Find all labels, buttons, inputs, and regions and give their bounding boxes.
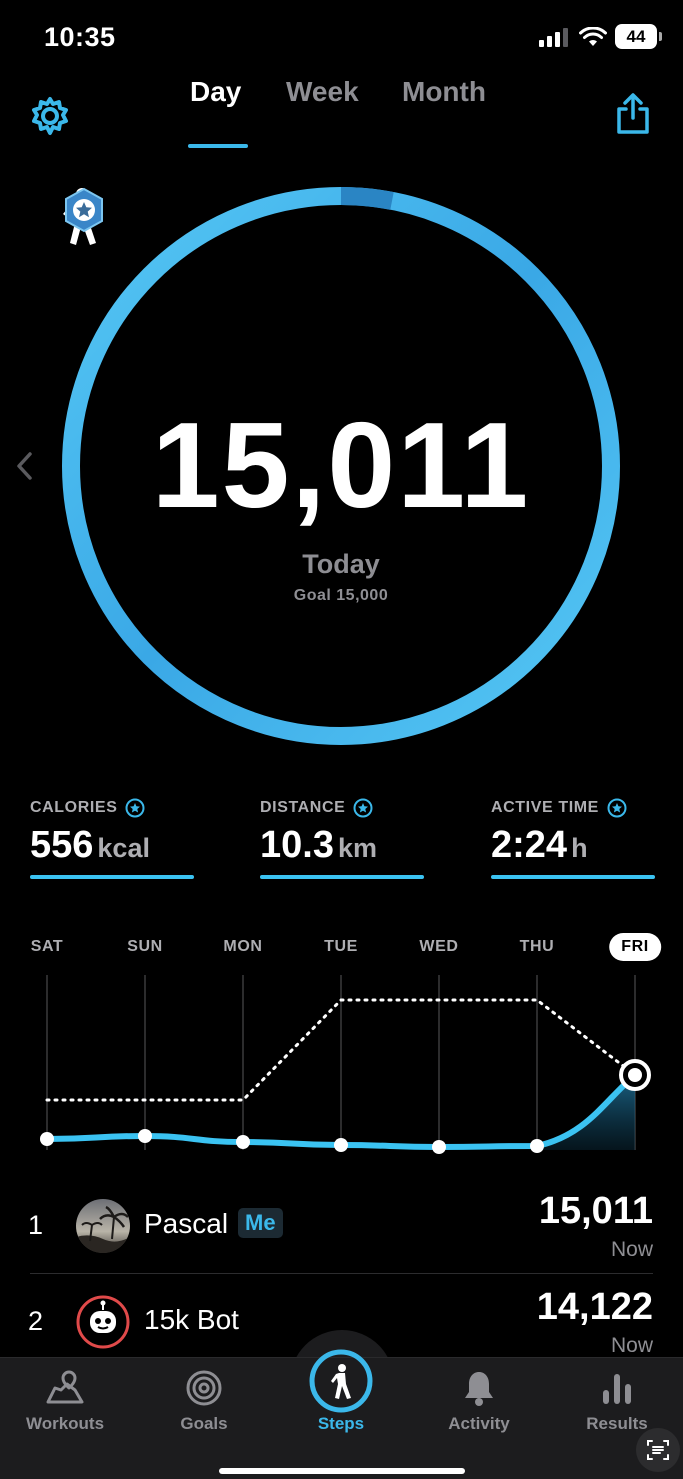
tab-workouts-label: Workouts <box>25 1414 105 1433</box>
chart-data-point <box>40 1132 54 1146</box>
metric-calories-bar <box>30 875 194 879</box>
metric-distance-unit: km <box>337 833 377 863</box>
header: Day Week Month <box>0 76 683 156</box>
bot-avatar <box>76 1295 130 1349</box>
chart-day-label[interactable]: TUE <box>324 938 358 956</box>
leaderboard-time: Now <box>610 1238 653 1261</box>
tab-month[interactable]: Month <box>402 76 486 108</box>
metric-calories-value-row: 556 kcal <box>30 824 194 867</box>
chart-day-label[interactable]: SAT <box>31 938 64 956</box>
metric-active-time-bar <box>491 875 655 879</box>
metric-distance-value-row: 10.3 km <box>260 824 424 867</box>
metric-active-time-unit: h <box>571 833 588 863</box>
steps-tab-icon[interactable] <box>308 1348 374 1414</box>
goal-badge-icon[interactable] <box>62 187 106 233</box>
tab-active-underline <box>188 144 248 148</box>
metric-distance-label: DISTANCE <box>260 799 346 816</box>
metric-distance-bar <box>260 875 424 879</box>
chart-data-point <box>138 1129 152 1143</box>
tab-week[interactable]: Week <box>286 76 359 108</box>
chart-data-point <box>432 1140 446 1154</box>
previous-day-button[interactable] <box>12 448 36 484</box>
leaderboard-time: Now <box>610 1334 653 1357</box>
metric-active-time-value-row: 2:24 h <box>491 824 655 867</box>
settings-button[interactable] <box>26 92 74 140</box>
map-icon <box>46 1370 84 1404</box>
chart-data-point-current-dot <box>628 1068 642 1082</box>
chart-data-point <box>530 1139 544 1153</box>
metric-calories-unit: kcal <box>97 833 150 863</box>
goal-label: Goal 15,000 <box>293 587 389 604</box>
leaderboard-name-row: Pascal Me <box>144 1208 283 1240</box>
tab-activity-label: Activity <box>448 1414 510 1433</box>
tab-day-label: Day <box>190 76 242 107</box>
share-button[interactable] <box>609 90 657 138</box>
battery-icon: 44 <box>615 24 662 49</box>
signal-icon <box>539 27 568 47</box>
star-badge-icon <box>607 798 627 818</box>
share-icon <box>617 93 649 134</box>
chart-day-label[interactable]: WED <box>419 938 458 956</box>
metric-calories-label: CALORIES <box>30 799 118 816</box>
metric-active-time-label: ACTIVE TIME <box>491 799 599 816</box>
chart-day-label[interactable]: SUN <box>127 938 163 956</box>
leaderboard-name: Pascal <box>144 1208 229 1239</box>
divider <box>30 1273 653 1274</box>
metric-calories-label-row: CALORIES <box>30 798 194 818</box>
status-time: 10:35 <box>44 22 116 52</box>
leaderboard-name-row: 15k Bot <box>144 1304 239 1336</box>
metric-calories-value: 556 <box>30 824 94 866</box>
metric-active-time-value: 2:24 <box>491 824 568 866</box>
chart-day-label[interactable]: THU <box>520 938 555 956</box>
leaderboard-rank: 1 <box>28 1210 44 1240</box>
leaderboard-row[interactable]: 1 Pascal Me 15,011 Now <box>0 1180 683 1276</box>
chart-day-label[interactable]: MON <box>223 938 262 956</box>
home-indicator <box>219 1468 465 1474</box>
chart-data-point <box>334 1138 348 1152</box>
tab-month-label: Month <box>402 76 486 107</box>
chevron-left-icon <box>17 452 32 480</box>
gear-icon <box>32 97 68 135</box>
tab-week-label: Week <box>286 76 359 107</box>
star-badge-icon <box>353 798 373 818</box>
status-bar: 10:35 44 <box>0 0 683 76</box>
scan-button[interactable] <box>636 1428 680 1472</box>
metrics-row: CALORIES 556 kcal DISTANCE 10.3 km ACTIVE … <box>30 798 655 888</box>
star-badge-icon <box>125 798 145 818</box>
wifi-icon <box>579 26 607 46</box>
avatar-photo <box>76 1199 130 1253</box>
tab-steps-label: Steps <box>317 1414 365 1433</box>
steps-count: 15,011 <box>151 397 531 533</box>
leaderboard-steps: 14,122 <box>536 1286 653 1328</box>
metric-calories[interactable]: CALORIES 556 kcal <box>30 798 194 879</box>
chart-data-point <box>236 1135 250 1149</box>
bar-chart-icon <box>603 1374 631 1404</box>
chart-graphic <box>40 975 651 1154</box>
metric-distance-label-row: DISTANCE <box>260 798 424 818</box>
leaderboard-rank: 2 <box>28 1306 44 1336</box>
status-icons: 44 <box>539 24 662 49</box>
metric-active-time-label-row: ACTIVE TIME <box>491 798 655 818</box>
weekly-steps-chart[interactable]: SAT SUN MON TUE WED THU FRI <box>0 930 683 1160</box>
scan-text-icon <box>647 1440 669 1460</box>
avatar <box>76 1199 130 1253</box>
me-badge: Me <box>238 1208 283 1238</box>
leaderboard-steps: 15,011 <box>538 1190 653 1232</box>
target-icon <box>186 1370 222 1406</box>
robot-icon <box>76 1295 130 1349</box>
metric-distance-value: 10.3 <box>260 824 334 866</box>
metric-active-time[interactable]: ACTIVE TIME 2:24 h <box>491 798 655 879</box>
leaderboard-name: 15k Bot <box>144 1304 239 1335</box>
tab-goals-label: Goals <box>180 1414 228 1433</box>
metric-distance[interactable]: DISTANCE 10.3 km <box>260 798 424 879</box>
steps-progress-ring: 15,011 Today Goal 15,000 <box>62 187 620 745</box>
bell-icon <box>465 1372 493 1406</box>
tab-day[interactable]: Day <box>190 76 241 108</box>
period-label: Today <box>302 549 380 579</box>
chart-day-label[interactable]: FRI <box>609 933 661 961</box>
